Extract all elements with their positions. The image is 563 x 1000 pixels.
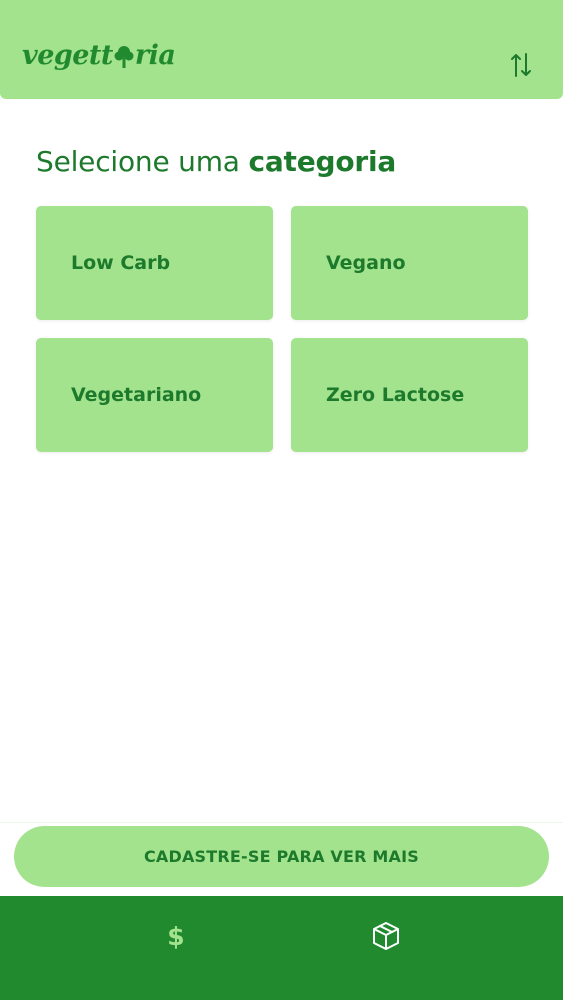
category-grid: Low Carb Vegano Vegetariano Zero Lactose [36,206,528,452]
app-screen: vegett ria Selecione uma categoria Low C… [0,0,563,1000]
page-title: Selecione uma categoria [36,145,396,178]
dollar-icon: $ [167,921,185,951]
nav-item-products[interactable] [366,916,406,956]
divider [0,822,563,823]
app-header: vegett ria [0,0,563,99]
page-title-prefix: Selecione uma [36,145,240,178]
category-card-zero-lactose[interactable]: Zero Lactose [291,338,528,452]
category-label: Low Carb [71,252,171,274]
category-label: Vegetariano [71,384,202,406]
sort-button[interactable] [506,50,536,80]
category-card-vegetariano[interactable]: Vegetariano [36,338,273,452]
tree-icon [114,46,134,68]
page-title-emphasis: categoria [248,145,397,178]
category-card-low-carb[interactable]: Low Carb [36,206,273,320]
category-card-vegano[interactable]: Vegano [291,206,528,320]
box-icon [373,922,399,950]
logo-text-after: ria [134,40,176,71]
sort-arrows-icon [511,53,531,77]
signup-button[interactable]: CADASTRE-SE PARA VER MAIS [14,826,549,887]
category-label: Vegano [326,252,406,274]
brand-logo: vegett ria [22,40,176,71]
logo-text-before: vegett [22,40,113,71]
bottom-nav: $ [0,896,563,1000]
category-label: Zero Lactose [326,384,465,406]
nav-item-prices[interactable]: $ [156,916,196,956]
